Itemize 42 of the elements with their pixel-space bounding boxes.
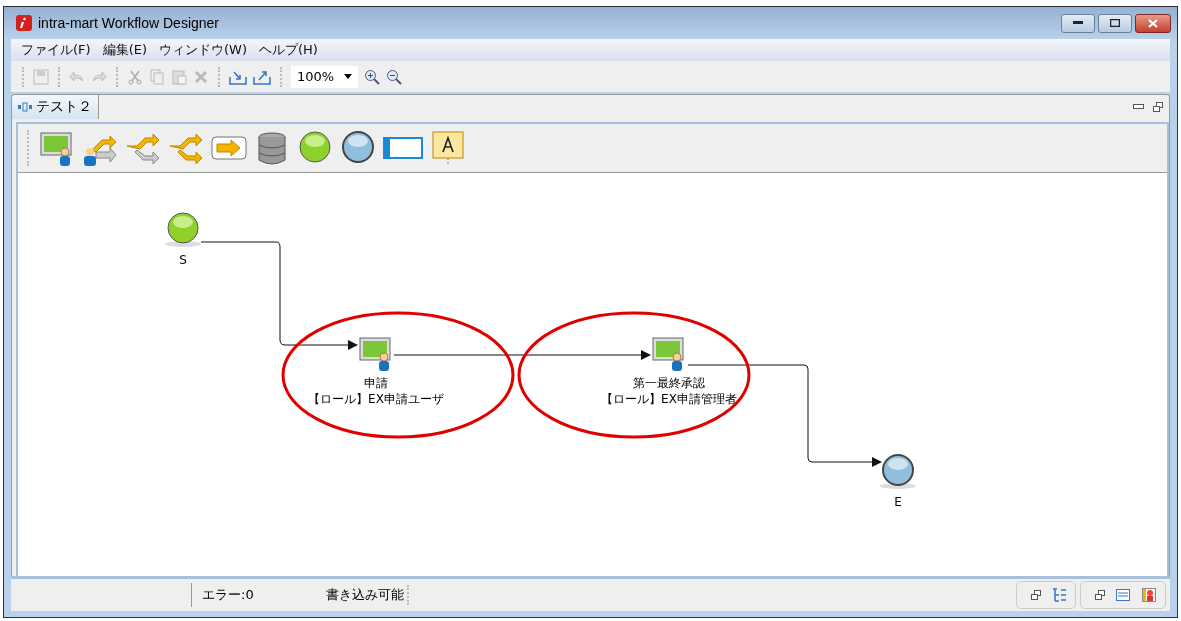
minimize-button[interactable] <box>1061 13 1095 33</box>
maximize-icon <box>1110 19 1120 27</box>
maximize-button[interactable] <box>1098 13 1132 33</box>
menu-item[interactable]: ファイル(F) <box>17 41 99 59</box>
menu-item[interactable]: 編集(E) <box>98 41 155 59</box>
user-task-tool-icon[interactable] <box>39 130 75 166</box>
user-icon[interactable] <box>1141 587 1157 603</box>
node-label: S <box>179 253 187 267</box>
properties-icon[interactable] <box>1115 587 1131 603</box>
menu-item[interactable]: ウィンドウ(W) <box>155 41 255 59</box>
workflow-icon <box>18 102 32 112</box>
error-count: エラー:0 <box>201 586 254 604</box>
end-tool-icon[interactable] <box>340 130 376 166</box>
zoom-out-icon[interactable] <box>386 68 403 85</box>
user-task-icon[interactable] <box>359 337 391 371</box>
node-label: E <box>894 495 902 509</box>
restore-view-icon[interactable] <box>1153 102 1163 112</box>
restore-view-icon[interactable] <box>1031 590 1041 600</box>
role-label: 【ロール】EX申請管理者 <box>601 392 737 406</box>
node-label: 第一最終承認 <box>633 376 705 390</box>
window-title: intra-mart Workflow Designer <box>38 15 219 31</box>
export-icon[interactable] <box>253 68 271 85</box>
zoom-dropdown[interactable]: 100% <box>291 65 359 88</box>
role-label: 【ロール】EX申請ユーザ <box>308 392 444 406</box>
text-tool-icon[interactable] <box>430 130 466 166</box>
outline-icon[interactable] <box>1051 587 1067 603</box>
minimize-view-icon[interactable] <box>1133 104 1145 110</box>
node-label: 申請 <box>364 376 388 390</box>
minimize-icon <box>1073 21 1083 25</box>
user-task-icon[interactable] <box>652 337 684 371</box>
menu-item[interactable]: ヘルプ(H) <box>255 41 326 59</box>
start-node[interactable] <box>165 212 201 247</box>
close-icon <box>1148 18 1158 28</box>
zoom-in-icon[interactable] <box>364 68 381 85</box>
editor-tab[interactable]: テスト２ <box>12 95 99 119</box>
app-logo-icon <box>16 15 32 31</box>
caret-icon <box>344 74 353 79</box>
start-tool-icon[interactable] <box>297 130 333 166</box>
end-node[interactable] <box>880 454 916 489</box>
restore-view-icon[interactable] <box>1095 590 1105 600</box>
close-button[interactable] <box>1135 13 1171 33</box>
write-mode-status: 書き込み可能 <box>324 586 404 604</box>
